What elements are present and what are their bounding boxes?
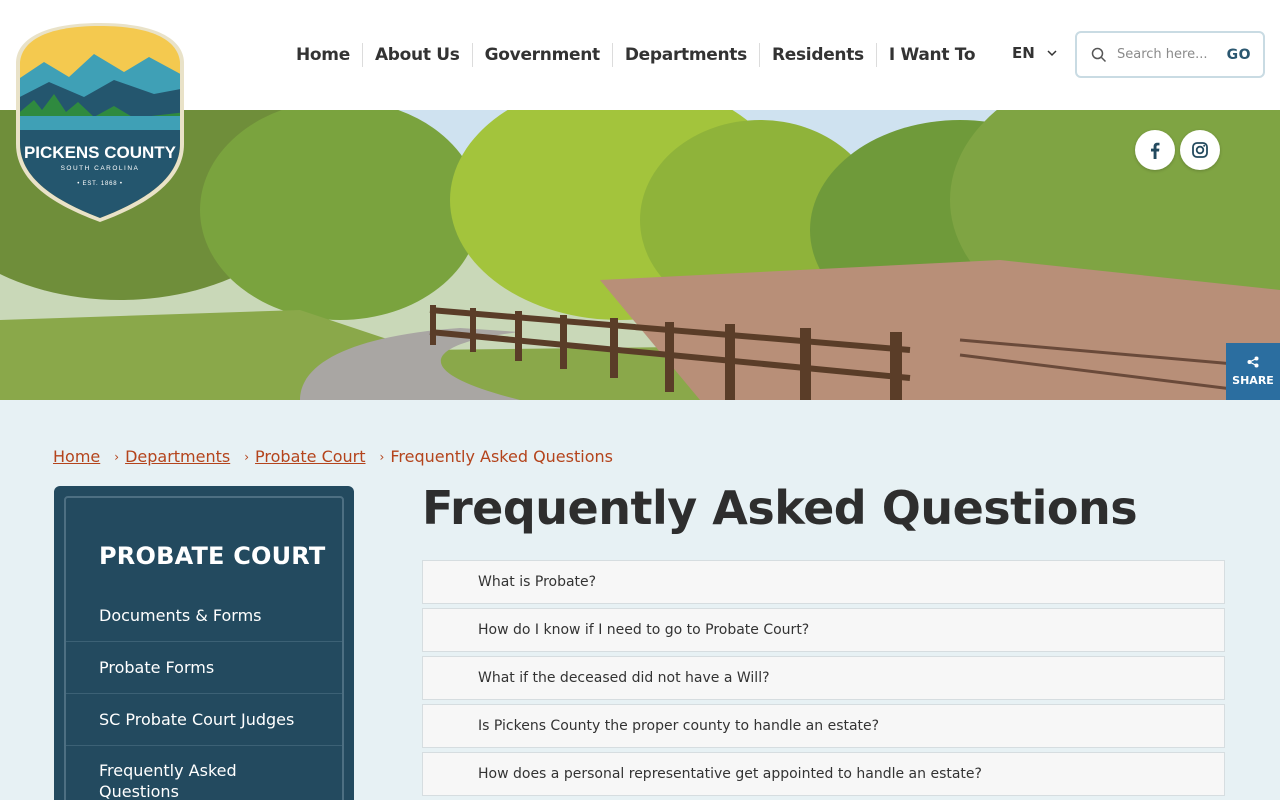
side-navigation-inner: PROBATE COURT Documents & Forms Probate … [64,496,344,800]
faq-item[interactable]: How does a personal representative get a… [422,752,1225,796]
instagram-icon [1192,142,1208,158]
facebook-icon [1151,142,1160,159]
sidenav-item-documents-forms[interactable]: Documents & Forms [66,590,342,642]
share-label: SHARE [1232,374,1274,387]
pickens-county-logo[interactable]: PICKENS COUNTY SOUTH CAROLINA • EST. 186… [14,22,186,222]
faq-item[interactable]: What is Probate? [422,560,1225,604]
breadcrumb-probate-court[interactable]: Probate Court [255,447,366,466]
share-button[interactable]: SHARE [1226,343,1280,400]
facebook-link[interactable] [1135,130,1175,170]
svg-text:• EST. 1868 •: • EST. 1868 • [77,181,123,187]
breadcrumb-separator-icon: › [114,449,120,464]
nav-item-government[interactable]: Government [471,43,612,67]
breadcrumb-current: Frequently Asked Questions [390,447,613,466]
chevron-down-icon [1047,49,1057,56]
share-icon [1247,356,1259,368]
breadcrumb: Home › Departments › Probate Court › Fre… [53,447,613,466]
faq-item[interactable]: What if the deceased did not have a Will… [422,656,1225,700]
site-header: Home About Us Government Departments Res… [0,0,1280,110]
language-code: EN [1012,44,1035,62]
page-title: Frequently Asked Questions [422,481,1138,535]
search-box: GO [1075,31,1265,78]
search-input[interactable] [1117,47,1217,62]
side-navigation-title[interactable]: PROBATE COURT [66,498,342,590]
logo-name: PICKENS COUNTY [24,143,177,162]
breadcrumb-departments[interactable]: Departments [125,447,230,466]
search-go-button[interactable]: GO [1227,47,1251,63]
hero-image [0,110,1280,400]
sidenav-item-sc-probate-court-judges[interactable]: SC Probate Court Judges [66,694,342,746]
nav-item-about-us[interactable]: About Us [361,43,472,67]
nav-item-i-want-to[interactable]: I Want To [875,43,987,67]
instagram-link[interactable] [1180,130,1220,170]
language-selector[interactable]: EN [1012,44,1057,62]
sidenav-item-probate-forms[interactable]: Probate Forms [66,642,342,694]
faq-item[interactable]: How do I know if I need to go to Probate… [422,608,1225,652]
breadcrumb-home[interactable]: Home [53,447,100,466]
side-navigation: PROBATE COURT Documents & Forms Probate … [54,486,354,800]
breadcrumb-separator-icon: › [379,449,385,464]
sidenav-item-faq[interactable]: Frequently Asked Questions [66,746,342,800]
search-icon [1091,47,1107,62]
faq-item[interactable]: Is Pickens County the proper county to h… [422,704,1225,748]
nav-item-home[interactable]: Home [284,43,362,67]
faq-accordion: What is Probate? How do I know if I need… [422,560,1225,800]
main-nav: Home About Us Government Departments Res… [284,40,987,70]
svg-text:SOUTH CAROLINA: SOUTH CAROLINA [61,165,140,172]
nav-item-residents[interactable]: Residents [758,43,876,67]
breadcrumb-separator-icon: › [244,449,250,464]
nav-item-departments[interactable]: Departments [611,43,759,67]
